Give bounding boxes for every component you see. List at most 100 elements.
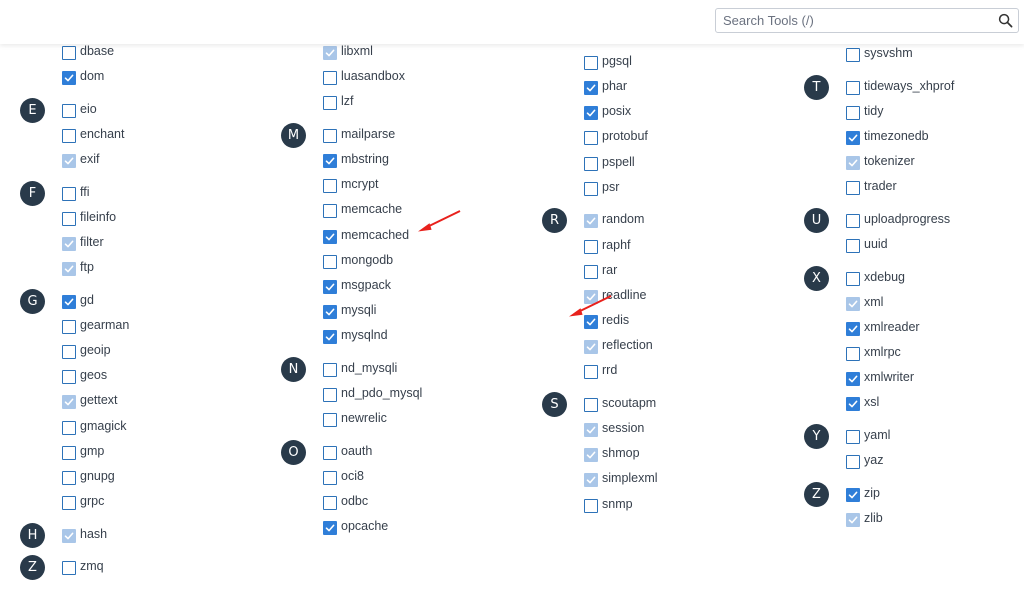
extension-label: session [602,421,645,436]
extension-checkbox[interactable] [584,181,598,196]
group-letter-badge: Y [804,424,829,450]
extension-checkbox[interactable] [846,322,860,336]
extension-label: tidy [864,103,884,118]
extension-checkbox [323,46,337,60]
group-letter-badge: N [281,356,306,382]
extension-checkbox[interactable] [323,96,337,111]
extension-checkbox [584,448,598,463]
extension-label: posix [602,104,632,119]
extension-checkbox[interactable] [846,455,860,470]
extension-checkbox [846,156,860,171]
search-icon[interactable] [998,13,1013,28]
red-arrow-icon [569,295,612,317]
extension-label: luasandbox [341,69,405,84]
extension-label: reflection [602,338,653,353]
extension-checkbox[interactable] [323,128,337,143]
extension-label: oauth [341,443,373,458]
extension-checkbox[interactable] [323,470,337,485]
extension-label: trader [864,179,897,194]
extension-checkbox[interactable] [323,387,337,402]
extension-label: raphf [602,237,631,252]
extension-label: zlib [864,511,883,526]
extension-label: zip [864,485,880,500]
group-letter-badge: R [542,208,567,234]
extension-label: oci8 [341,468,364,483]
extension-label: uuid [864,237,888,252]
extension-checkbox[interactable] [323,154,337,169]
extension-checkbox[interactable] [584,81,598,96]
extension-checkbox[interactable] [584,498,598,513]
extension-checkbox[interactable] [846,430,860,445]
extension-checkbox[interactable] [846,48,860,62]
extension-checkbox[interactable] [846,181,860,196]
group-letter-badge: S [542,391,567,417]
extension-checkbox [584,423,598,438]
extension-label: xsl [864,395,880,410]
extension-label: mysqli [341,303,377,317]
extension-label: odbc [341,494,369,509]
extension-label: xdebug [864,269,906,284]
extension-label: tideways_xhprof [864,78,955,93]
extension-checkbox[interactable] [323,229,337,244]
extension-label: yaml [864,428,891,443]
extension-checkbox[interactable] [323,254,337,269]
extension-checkbox[interactable] [584,131,598,146]
extension-label: memcached [341,227,410,242]
top-toolbar [0,0,1024,44]
extension-checkbox[interactable] [323,362,337,377]
search-box[interactable] [715,8,1019,33]
extension-label: newrelic [341,411,387,426]
extension-label: memcache [341,202,403,217]
extension-checkbox[interactable] [584,106,598,121]
extension-checkbox[interactable] [323,445,337,460]
extension-checkbox[interactable] [584,239,598,254]
extension-checkbox[interactable] [323,71,337,86]
extension-checkbox[interactable] [323,413,337,428]
extension-label: shmop [602,446,640,461]
extension-label: mcrypt [341,177,379,192]
extension-checkbox[interactable] [323,204,337,219]
extension-label: yaz [864,453,884,468]
group-letter-badge: X [804,265,829,291]
extension-checkbox[interactable] [846,130,860,145]
extension-label: msgpack [341,277,392,292]
extension-label: psr [602,179,620,194]
extension-label: tokenizer [864,154,915,169]
extension-checkbox[interactable] [323,521,337,536]
extension-checkbox[interactable] [846,347,860,362]
extension-checkbox[interactable] [584,264,598,279]
extension-checkbox[interactable] [846,213,860,228]
extension-checkbox[interactable] [846,397,860,412]
extension-checkbox[interactable] [846,105,860,120]
extension-label: mailparse [341,126,396,141]
extension-label: opcache [341,519,389,534]
extension-checkbox[interactable] [323,330,337,345]
extension-checkbox[interactable] [323,496,337,511]
extension-checkbox[interactable] [846,239,860,254]
extension-label: rar [602,262,618,277]
extension-checkbox [584,340,598,355]
extension-label: random [602,212,645,227]
extension-checkbox[interactable] [584,156,598,171]
extension-checkbox[interactable] [323,279,337,294]
extension-checkbox[interactable] [846,487,860,502]
extension-checkbox[interactable] [323,179,337,194]
group-letter-badge: M [281,122,306,148]
extension-label: rrd [602,363,618,378]
extension-checkbox[interactable] [846,80,860,95]
extension-label: mbstring [341,152,389,167]
red-arrow-icon [418,209,461,232]
extension-label: pspell [602,154,635,169]
extension-label: lzf [341,94,354,109]
extension-checkbox[interactable] [584,56,598,70]
extension-label: sysvshm [864,46,913,60]
extension-checkbox[interactable] [846,271,860,286]
extension-label: mysqlnd [341,328,388,343]
extension-checkbox[interactable] [584,397,598,412]
extension-label: libxml [341,44,373,58]
extension-checkbox[interactable] [323,305,337,319]
search-input[interactable] [716,9,993,32]
extension-checkbox[interactable] [846,372,860,387]
extension-checkbox[interactable] [584,365,598,380]
extension-label: mongodb [341,252,394,267]
